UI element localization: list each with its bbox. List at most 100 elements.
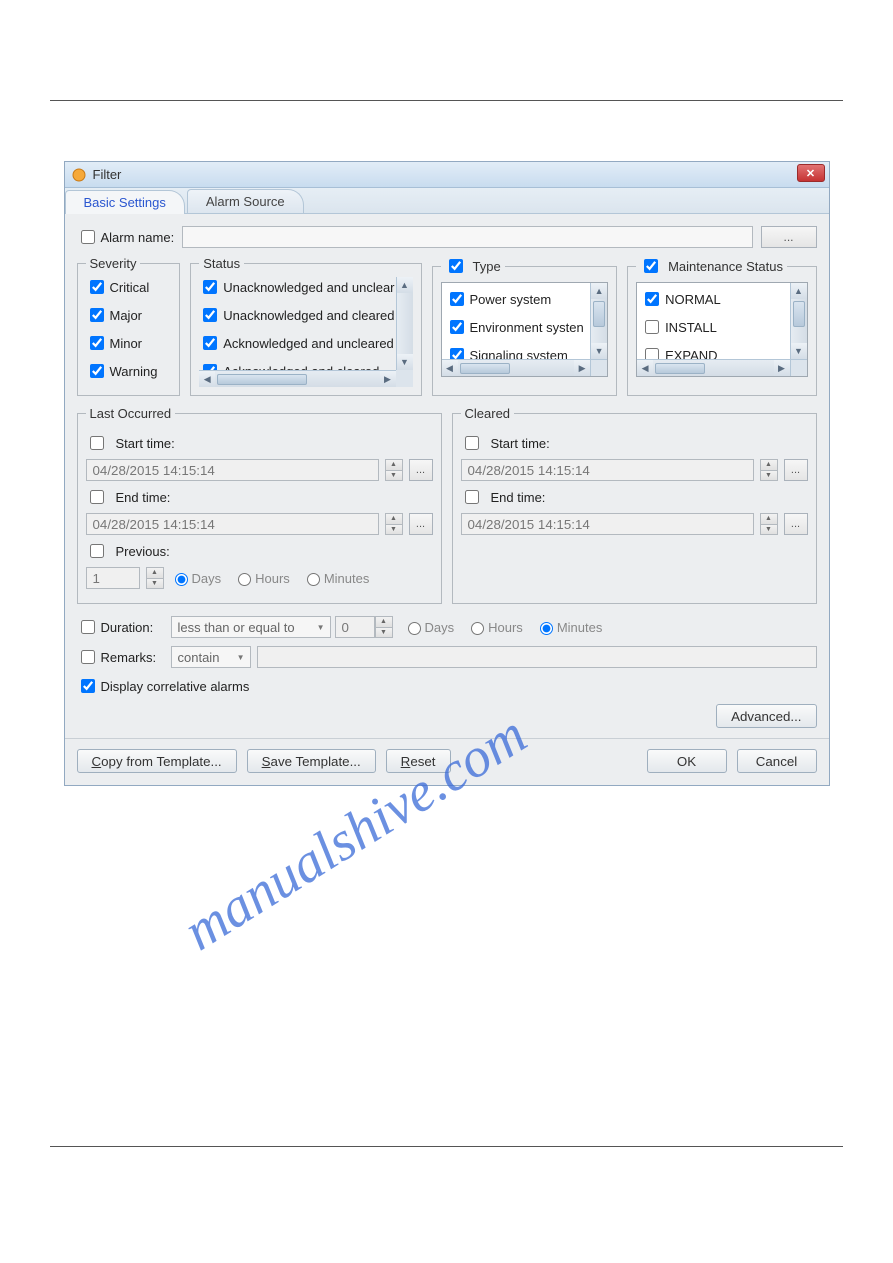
scroll-thumb[interactable]: [655, 363, 705, 374]
severity-critical-checkbox[interactable]: [90, 280, 104, 294]
advanced-button[interactable]: Advanced...: [716, 704, 816, 728]
previous-checkbox[interactable]: [90, 544, 104, 558]
status-vscroll[interactable]: ▲ ▼: [396, 277, 413, 370]
last-start-spinner[interactable]: ▲▼: [385, 459, 403, 481]
cleared-end-spinner[interactable]: ▲▼: [760, 513, 778, 535]
status-hscroll[interactable]: ◀ ▶: [199, 370, 395, 387]
previous-value-input[interactable]: [86, 567, 140, 589]
scroll-up-icon[interactable]: ▲: [397, 277, 413, 293]
previous-days-radio[interactable]: [175, 573, 188, 586]
tab-strip: Basic Settings Alarm Source: [65, 188, 829, 214]
spinner-up-icon[interactable]: ▲: [761, 460, 777, 471]
titlebar[interactable]: Filter ✕: [65, 162, 829, 188]
close-button[interactable]: ✕: [797, 164, 825, 182]
severity-minor-checkbox[interactable]: [90, 336, 104, 350]
duration-hours-radio[interactable]: [471, 622, 484, 635]
maint-vscroll[interactable]: ▲ ▼: [790, 283, 807, 359]
spinner-down-icon[interactable]: ▼: [761, 525, 777, 535]
duration-days-radio[interactable]: [408, 622, 421, 635]
remarks-checkbox[interactable]: [81, 650, 95, 664]
cleared-end-input[interactable]: [461, 513, 754, 535]
last-start-browse-button[interactable]: ...: [409, 459, 433, 481]
cleared-end-browse-button[interactable]: ...: [784, 513, 808, 535]
duration-value-input[interactable]: [335, 616, 375, 638]
display-correlative-checkbox[interactable]: [81, 679, 95, 693]
scroll-down-icon[interactable]: ▼: [791, 343, 807, 359]
scroll-thumb[interactable]: [217, 374, 307, 385]
duration-checkbox[interactable]: [81, 620, 95, 634]
last-start-checkbox[interactable]: [90, 436, 104, 450]
status-unack-unclear-checkbox[interactable]: [203, 280, 217, 294]
last-end-input[interactable]: [86, 513, 379, 535]
duration-operator-select[interactable]: less than or equal to: [171, 616, 331, 638]
scroll-up-icon[interactable]: ▲: [791, 283, 807, 299]
alarm-name-label: Alarm name:: [101, 230, 175, 245]
spinner-up-icon[interactable]: ▲: [386, 460, 402, 471]
spinner-up-icon[interactable]: ▲: [386, 514, 402, 525]
duration-minutes-radio[interactable]: [540, 622, 553, 635]
type-legend-checkbox[interactable]: [449, 259, 463, 273]
save-template-button[interactable]: Save Template...: [247, 749, 376, 773]
type-power-checkbox[interactable]: [450, 292, 464, 306]
filter-groups: Severity Critical Major Minor Warning St…: [77, 256, 817, 396]
maint-normal-checkbox[interactable]: [645, 292, 659, 306]
scroll-down-icon[interactable]: ▼: [397, 354, 413, 370]
spinner-down-icon[interactable]: ▼: [147, 579, 163, 589]
spinner-up-icon[interactable]: ▲: [376, 617, 392, 628]
scroll-up-icon[interactable]: ▲: [591, 283, 607, 299]
spinner-down-icon[interactable]: ▼: [386, 471, 402, 481]
maint-hscroll[interactable]: ◀ ▶: [637, 359, 789, 376]
scroll-right-icon[interactable]: ▶: [574, 360, 590, 376]
remarks-input[interactable]: [257, 646, 817, 668]
tab-basic-settings[interactable]: Basic Settings: [65, 190, 185, 214]
scroll-thumb[interactable]: [593, 301, 605, 327]
copy-mnemonic: C: [92, 754, 102, 769]
cleared-start-checkbox[interactable]: [465, 436, 479, 450]
reset-button[interactable]: Reset: [386, 749, 451, 773]
scroll-right-icon[interactable]: ▶: [774, 360, 790, 376]
status-ack-unclear-checkbox[interactable]: [203, 336, 217, 350]
scroll-thumb[interactable]: [793, 301, 805, 327]
scroll-left-icon[interactable]: ◀: [442, 360, 458, 376]
alarm-name-browse-button[interactable]: ...: [761, 226, 817, 248]
severity-warning-checkbox[interactable]: [90, 364, 104, 378]
previous-hours-radio[interactable]: [238, 573, 251, 586]
last-end-checkbox[interactable]: [90, 490, 104, 504]
last-start-input[interactable]: [86, 459, 379, 481]
status-unack-cleared-checkbox[interactable]: [203, 308, 217, 322]
alarm-name-input[interactable]: [182, 226, 752, 248]
severity-major-checkbox[interactable]: [90, 308, 104, 322]
cleared-start-spinner[interactable]: ▲▼: [760, 459, 778, 481]
cleared-legend: Cleared: [461, 406, 515, 421]
cleared-end-checkbox[interactable]: [465, 490, 479, 504]
alarm-name-checkbox[interactable]: [81, 230, 95, 244]
spinner-down-icon[interactable]: ▼: [386, 525, 402, 535]
cleared-start-input[interactable]: [461, 459, 754, 481]
spinner-up-icon[interactable]: ▲: [147, 568, 163, 579]
spinner-down-icon[interactable]: ▼: [761, 471, 777, 481]
maint-install-checkbox[interactable]: [645, 320, 659, 334]
scroll-left-icon[interactable]: ◀: [199, 371, 215, 387]
spinner-down-icon[interactable]: ▼: [376, 628, 392, 638]
previous-label: Previous:: [116, 544, 170, 559]
maint-legend-checkbox[interactable]: [644, 259, 658, 273]
previous-minutes-radio[interactable]: [307, 573, 320, 586]
type-vscroll[interactable]: ▲ ▼: [590, 283, 607, 359]
remarks-operator-select[interactable]: contain: [171, 646, 251, 668]
scroll-thumb[interactable]: [460, 363, 510, 374]
cleared-start-browse-button[interactable]: ...: [784, 459, 808, 481]
spinner-up-icon[interactable]: ▲: [761, 514, 777, 525]
duration-spinner[interactable]: ▲▼: [375, 616, 393, 638]
type-hscroll[interactable]: ◀ ▶: [442, 359, 591, 376]
ok-button[interactable]: OK: [647, 749, 727, 773]
previous-spinner[interactable]: ▲▼: [146, 567, 164, 589]
last-end-spinner[interactable]: ▲▼: [385, 513, 403, 535]
tab-alarm-source[interactable]: Alarm Source: [187, 189, 304, 213]
scroll-right-icon[interactable]: ▶: [380, 371, 396, 387]
scroll-down-icon[interactable]: ▼: [591, 343, 607, 359]
last-end-browse-button[interactable]: ...: [409, 513, 433, 535]
type-env-checkbox[interactable]: [450, 320, 464, 334]
cancel-button[interactable]: Cancel: [737, 749, 817, 773]
copy-template-button[interactable]: Copy from Template...: [77, 749, 237, 773]
scroll-left-icon[interactable]: ◀: [637, 360, 653, 376]
